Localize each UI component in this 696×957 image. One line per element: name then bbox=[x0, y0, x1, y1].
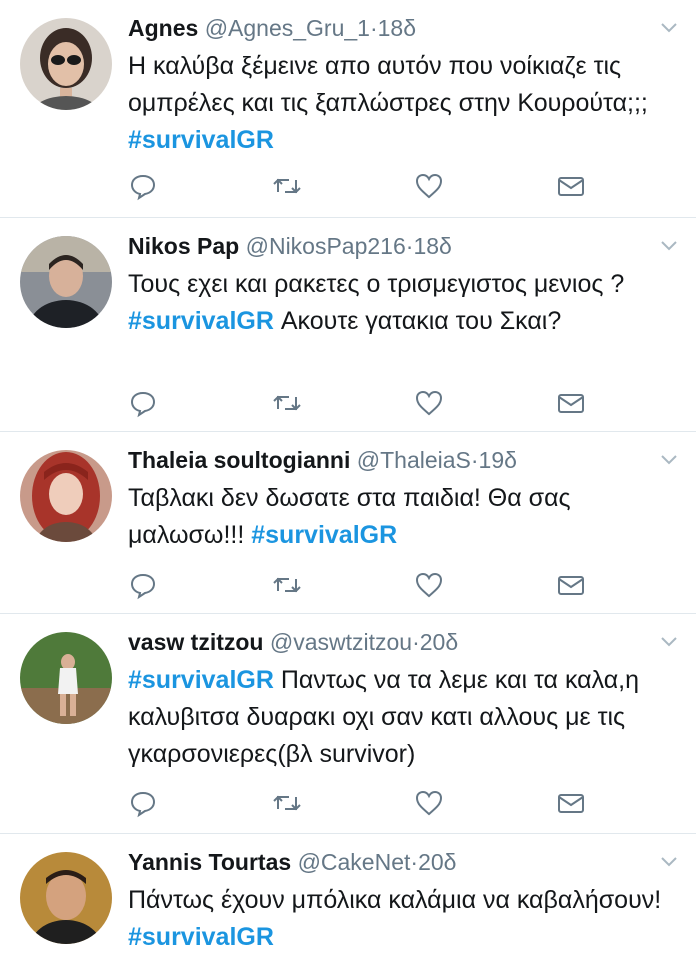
tweet-actions bbox=[128, 788, 696, 818]
retweet-icon[interactable] bbox=[272, 171, 302, 201]
retweet-icon[interactable] bbox=[272, 388, 302, 418]
reply-icon[interactable] bbox=[128, 788, 158, 818]
author-handle[interactable]: @Agnes_Gru_1 bbox=[205, 15, 370, 41]
tweet-text: Ταβλακι δεν δωσατε στα παιδια! Θα σας μα… bbox=[128, 480, 676, 554]
author-name[interactable]: Agnes bbox=[128, 15, 198, 41]
tweet-actions bbox=[128, 570, 696, 600]
direct-message-icon[interactable] bbox=[556, 570, 586, 600]
hashtag-link[interactable]: #survivalGR bbox=[128, 923, 274, 951]
hashtag-link[interactable]: #survivalGR bbox=[128, 126, 274, 154]
timestamp[interactable]: 18δ bbox=[413, 233, 451, 259]
separator-dot: · bbox=[410, 849, 419, 875]
direct-message-icon[interactable] bbox=[556, 388, 586, 418]
tweet-actions bbox=[128, 171, 696, 201]
tweet-feed: Agnes @Agnes_Gru_1·18δ Η καλύβα ξέμεινε … bbox=[0, 0, 696, 957]
chevron-down-icon[interactable] bbox=[660, 636, 678, 648]
retweet-icon[interactable] bbox=[272, 788, 302, 818]
chevron-down-icon[interactable] bbox=[660, 856, 678, 868]
timestamp[interactable]: 19δ bbox=[479, 447, 517, 473]
avatar[interactable] bbox=[20, 632, 112, 724]
separator-dot: · bbox=[412, 629, 420, 655]
author-name[interactable]: vasw tzitzou bbox=[128, 629, 263, 655]
author-name[interactable]: Yannis Tourtas bbox=[128, 849, 291, 875]
like-icon[interactable] bbox=[414, 788, 444, 818]
reply-icon[interactable] bbox=[128, 171, 158, 201]
avatar[interactable] bbox=[20, 852, 112, 944]
chevron-down-icon[interactable] bbox=[660, 454, 678, 466]
tweet-text-before: Τους εχει και ρακετες ο τρισμεγιστος μεν… bbox=[128, 270, 625, 298]
avatar[interactable] bbox=[20, 450, 112, 542]
retweet-icon[interactable] bbox=[272, 570, 302, 600]
author-handle[interactable]: @CakeNet bbox=[298, 849, 411, 875]
author-handle[interactable]: @ThaleiaS bbox=[357, 447, 471, 473]
like-icon[interactable] bbox=[414, 570, 444, 600]
hashtag-link[interactable]: #survivalGR bbox=[128, 666, 274, 694]
tweet-text-after: Ακουτε γατακια του Σκαι? bbox=[273, 307, 562, 335]
chevron-down-icon[interactable] bbox=[660, 22, 678, 34]
direct-message-icon[interactable] bbox=[556, 171, 586, 201]
tweet-text: Τους εχει και ρακετες ο τρισμεγιστος μεν… bbox=[128, 266, 676, 340]
reply-icon[interactable] bbox=[128, 388, 158, 418]
tweet-text: Πάντως έχουν μπόλικα καλάμια να καβαλήσο… bbox=[128, 882, 676, 956]
tweet[interactable]: Nikos Pap @NikosPap216·18δ Τους εχει και… bbox=[0, 218, 696, 432]
like-icon[interactable] bbox=[414, 171, 444, 201]
separator-dot: · bbox=[470, 447, 479, 473]
hashtag-link[interactable]: #survivalGR bbox=[128, 307, 274, 335]
author-handle[interactable]: @NikosPap216 bbox=[246, 233, 406, 259]
reply-icon[interactable] bbox=[128, 570, 158, 600]
tweet-text-before: Η καλύβα ξέμεινε απο αυτόν που νοίκιαζε … bbox=[128, 52, 648, 117]
chevron-down-icon[interactable] bbox=[660, 240, 678, 252]
tweet-text-before: Πάντως έχουν μπόλικα καλάμια να καβαλήσο… bbox=[128, 886, 662, 914]
hashtag-link[interactable]: #survivalGR bbox=[251, 521, 397, 549]
author-name[interactable]: Nikos Pap bbox=[128, 233, 239, 259]
like-icon[interactable] bbox=[414, 388, 444, 418]
timestamp[interactable]: 20δ bbox=[420, 629, 458, 655]
separator-dot: · bbox=[369, 15, 378, 41]
author-handle[interactable]: @vaswtzitzou bbox=[270, 629, 412, 655]
tweet-text: Η καλύβα ξέμεινε απο αυτόν που νοίκιαζε … bbox=[128, 48, 676, 159]
direct-message-icon[interactable] bbox=[556, 788, 586, 818]
tweet-actions bbox=[128, 388, 696, 418]
tweet[interactable]: Thaleia soultogianni @ThaleiaS·19δ Ταβλα… bbox=[0, 432, 696, 614]
avatar[interactable] bbox=[20, 236, 112, 328]
tweet[interactable]: vasw tzitzou @vaswtzitzou·20δ #survivalG… bbox=[0, 614, 696, 834]
tweet[interactable]: Yannis Tourtas @CakeNet·20δ Πάντως έχουν… bbox=[0, 834, 696, 957]
avatar[interactable] bbox=[20, 18, 112, 110]
tweet-text: #survivalGR Παντως να τα λεμε και τα καλ… bbox=[128, 662, 676, 773]
tweet[interactable]: Agnes @Agnes_Gru_1·18δ Η καλύβα ξέμεινε … bbox=[0, 0, 696, 218]
timestamp[interactable]: 20δ bbox=[418, 849, 456, 875]
timestamp[interactable]: 18δ bbox=[378, 15, 416, 41]
author-name[interactable]: Thaleia soultogianni bbox=[128, 447, 350, 473]
